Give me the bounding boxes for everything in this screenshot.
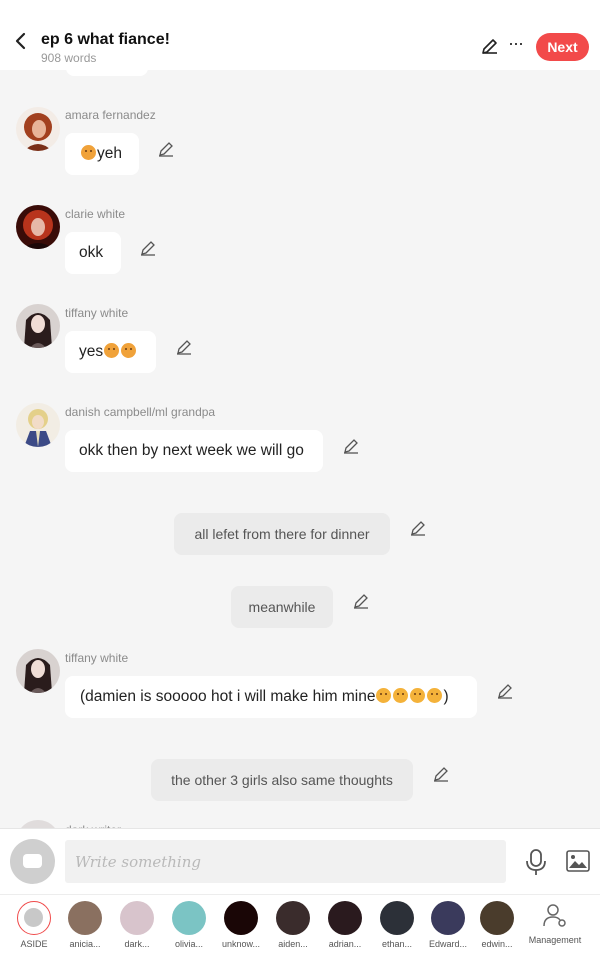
avatar[interactable] <box>16 205 60 249</box>
character-item[interactable]: ethan... <box>371 901 423 949</box>
emoji-icon <box>410 688 426 703</box>
edit-pencil-icon[interactable] <box>139 239 157 257</box>
emoji-icon <box>376 688 392 703</box>
character-item[interactable]: aiden... <box>267 901 319 949</box>
character-item[interactable]: unknow... <box>215 901 267 949</box>
word-count: 908 words <box>41 51 97 65</box>
edit-pencil-icon[interactable] <box>352 592 370 610</box>
character-name: amara fernandez <box>65 108 156 122</box>
message-composer <box>0 828 600 895</box>
more-options-icon[interactable]: ··· <box>508 33 524 54</box>
avatar <box>276 901 310 935</box>
edit-pencil-icon[interactable] <box>480 36 500 56</box>
character-item[interactable]: Edward... <box>422 901 474 949</box>
edit-pencil-icon[interactable] <box>432 765 450 783</box>
aside-icon <box>17 901 51 935</box>
character-name: clarie white <box>65 207 126 221</box>
avatar <box>328 901 362 935</box>
top-bar: ep 6 what fiance! 908 words ··· Next <box>0 0 600 70</box>
management-button[interactable]: Management <box>526 901 584 945</box>
emoji-icon <box>121 343 137 358</box>
message-bubble[interactable]: okk <box>65 232 121 274</box>
emoji-icon <box>393 688 409 703</box>
narration-bubble[interactable]: meanwhile <box>231 586 333 628</box>
avatar <box>431 901 465 935</box>
character-item-aside[interactable]: ASIDE <box>8 901 60 949</box>
character-selector: ASIDE anicia... dark... olivia... unknow… <box>0 894 600 961</box>
avatar <box>224 901 258 935</box>
avatar <box>120 901 154 935</box>
message-bubble[interactable]: yes <box>65 331 156 373</box>
next-button[interactable]: Next <box>536 33 589 61</box>
emoji-icon <box>81 145 96 160</box>
narration-bubble[interactable]: the other 3 girls also same thoughts <box>151 759 413 801</box>
back-arrow-icon[interactable] <box>10 30 32 52</box>
edit-pencil-icon[interactable] <box>157 140 175 158</box>
avatar[interactable] <box>16 649 60 693</box>
character-item[interactable]: olivia... <box>163 901 215 949</box>
edit-pencil-icon[interactable] <box>342 437 360 455</box>
character-item[interactable]: edwin... <box>471 901 523 949</box>
character-name: danish campbell/ml grandpa <box>65 405 216 419</box>
aside-toggle-button[interactable] <box>10 839 55 884</box>
microphone-icon[interactable] <box>524 848 548 876</box>
character-item[interactable]: dark... <box>111 901 163 949</box>
episode-title: ep 6 what fiance! <box>41 31 170 48</box>
character-item[interactable]: adrian... <box>319 901 371 949</box>
message-bubble[interactable]: (damien is sooooo hot i will make him mi… <box>65 676 477 718</box>
image-icon[interactable] <box>566 850 590 872</box>
emoji-icon <box>104 343 120 358</box>
edit-pencil-icon[interactable] <box>409 519 427 537</box>
message-bubble[interactable]: okk then by next week we will go <box>65 430 323 472</box>
edit-pencil-icon[interactable] <box>175 338 193 356</box>
message-bubble[interactable]: yeh <box>65 133 139 175</box>
character-item[interactable]: anicia... <box>59 901 111 949</box>
avatar[interactable] <box>16 107 60 151</box>
narration-bubble[interactable]: all lefet from there for dinner <box>174 513 390 555</box>
character-name: tiffany white <box>65 306 129 320</box>
edit-pencil-icon[interactable] <box>496 682 514 700</box>
character-name: tiffany white <box>65 651 129 665</box>
message-input[interactable] <box>65 840 506 883</box>
avatar <box>380 901 414 935</box>
avatar[interactable] <box>16 403 60 447</box>
avatar <box>480 901 514 935</box>
user-settings-icon <box>543 904 566 927</box>
avatar <box>68 901 102 935</box>
avatar[interactable] <box>16 304 60 348</box>
avatar <box>172 901 206 935</box>
emoji-icon <box>427 688 443 703</box>
